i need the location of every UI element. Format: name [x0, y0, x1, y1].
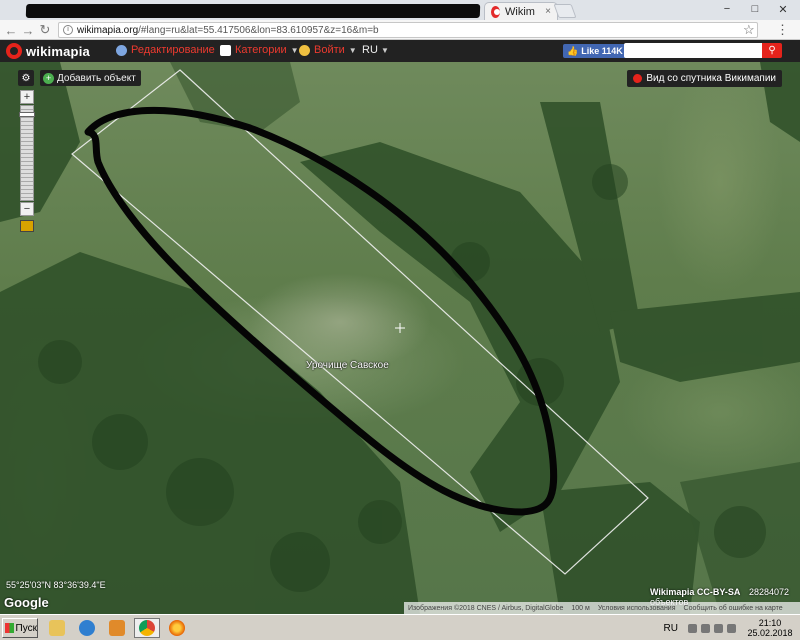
- file-manager-icon: [49, 620, 65, 636]
- start-button[interactable]: Пуск: [2, 618, 38, 638]
- satellite-view-label: Вид со спутника Викимапии: [646, 73, 776, 84]
- terms-link[interactable]: Условия использования: [598, 605, 676, 612]
- taskbar-media-player[interactable]: [104, 618, 130, 638]
- user-icon: [299, 44, 310, 56]
- google-logo: Google: [4, 595, 49, 610]
- browser-tab-wikimapia[interactable]: Wikimapia - Это карта мира... ×: [484, 2, 558, 20]
- zoom-slider-thumb[interactable]: [19, 112, 35, 117]
- tab-close-icon[interactable]: ×: [545, 6, 551, 17]
- forward-arrow-icon[interactable]: →: [19, 21, 37, 39]
- flag-tray-icon[interactable]: [727, 623, 736, 633]
- like-label: Like: [581, 46, 600, 56]
- internet-explorer-icon: [79, 620, 95, 636]
- tray-language[interactable]: RU: [664, 623, 678, 634]
- layers-icon[interactable]: [20, 220, 34, 232]
- browser-tabstrip: Wikimapia - Это карта мира... × − □ ✕: [0, 0, 800, 20]
- redaction-scribble: [25, 4, 481, 18]
- start-label: Пуск: [15, 622, 37, 634]
- map-overlay: [0, 62, 800, 614]
- new-tab-button[interactable]: [553, 4, 577, 18]
- maximize-button[interactable]: □: [742, 0, 768, 18]
- globe-icon: [116, 44, 127, 56]
- menu-categories-label: Категории: [235, 44, 287, 56]
- wikimapia-header: wikimapia Редактирование ▼ Категории ▼ В…: [0, 40, 800, 62]
- wikimapia-logo-mark-icon: [6, 43, 22, 59]
- taskbar-chrome[interactable]: [134, 618, 160, 638]
- zoom-out-button[interactable]: −: [20, 202, 34, 216]
- add-object-label: Добавить объект: [57, 72, 136, 84]
- browser-menu-icon[interactable]: ⋮: [776, 22, 789, 38]
- taskbar-firefox[interactable]: [164, 618, 190, 638]
- wikimapia-favicon: [491, 5, 501, 18]
- map-attribution: Изображения ©2018 CNES / Airbus, Digital…: [404, 602, 800, 614]
- menu-categories[interactable]: Категории ▼: [220, 44, 299, 56]
- wikimapia-logo-text: wikimapia: [26, 43, 90, 59]
- satellite-map[interactable]: ⚙ + Добавить объект Вид со спутника Вики…: [0, 62, 800, 614]
- flag-icon: [220, 44, 231, 56]
- taskbar: Пуск RU 21:10 25.02.2018: [0, 614, 800, 640]
- facebook-like-button[interactable]: 👍 Like 114K: [563, 44, 627, 58]
- taskbar-file-manager[interactable]: [44, 618, 70, 638]
- system-tray: RU 21:10 25.02.2018: [664, 618, 800, 638]
- url-input[interactable]: i wikimapia.org /#lang=ru&lat=55.417506&…: [58, 22, 758, 38]
- url-path: /#lang=ru&lat=55.417506&lon=83.610957&z=…: [138, 24, 379, 36]
- map-center-crosshair: [395, 323, 405, 333]
- forest-patches: [0, 62, 800, 614]
- language-label: RU: [362, 44, 378, 56]
- close-window-button[interactable]: ✕: [770, 0, 796, 18]
- clock[interactable]: 21:10 25.02.2018: [740, 618, 800, 638]
- bookmark-star-icon[interactable]: ☆: [743, 22, 755, 38]
- zoom-in-button[interactable]: +: [20, 90, 34, 104]
- like-count: 114K: [601, 46, 623, 56]
- clock-time: 21:10: [758, 618, 782, 628]
- tray-arrow-icon[interactable]: [688, 623, 697, 633]
- chevron-down-icon: ▼: [348, 45, 357, 55]
- back-arrow-icon[interactable]: ←: [2, 21, 20, 39]
- wikimapia-dot-icon: [633, 74, 643, 83]
- zoom-slider-track[interactable]: [19, 105, 35, 201]
- volume-icon[interactable]: [714, 623, 723, 633]
- imagery-credit: Изображения ©2018 CNES / Airbus, Digital…: [408, 604, 564, 612]
- media-player-icon: [109, 620, 125, 636]
- info-icon[interactable]: i: [63, 25, 73, 35]
- license-label[interactable]: Wikimapia CC-BY-SA: [650, 587, 740, 597]
- menu-edit-label: Редактирование: [131, 44, 215, 56]
- plus-icon: +: [43, 72, 54, 84]
- windows-logo-icon: [5, 623, 14, 633]
- menu-edit[interactable]: Редактирование ▼: [116, 44, 227, 56]
- network-icon[interactable]: [701, 623, 710, 633]
- clock-date: 25.02.2018: [747, 628, 793, 638]
- url-host: wikimapia.org: [77, 24, 139, 36]
- address-bar: ← → ↻ i wikimapia.org /#lang=ru&lat=55.4…: [0, 20, 800, 40]
- chrome-icon: [139, 620, 155, 636]
- satellite-view-button[interactable]: Вид со спутника Викимапии: [627, 70, 782, 87]
- place-label[interactable]: Урочище Савское: [306, 360, 389, 371]
- zoom-control: + −: [19, 90, 35, 216]
- search-input[interactable]: [624, 43, 764, 58]
- report-error-link[interactable]: Сообщить об ошибке на карте: [684, 605, 783, 612]
- minimize-button[interactable]: −: [714, 0, 740, 18]
- taskbar-internet-explorer[interactable]: [74, 618, 100, 638]
- tab-title: Wikimapia - Это карта мира...: [505, 5, 535, 18]
- chevron-down-icon: ▼: [290, 45, 299, 55]
- firefox-icon: [169, 620, 185, 636]
- scale-label: 100 м: [571, 604, 590, 612]
- reload-icon[interactable]: ↻: [36, 21, 54, 39]
- search-icon[interactable]: ⚲: [762, 43, 782, 58]
- wikimapia-logo[interactable]: wikimapia: [6, 43, 90, 59]
- settings-gear-icon[interactable]: ⚙: [18, 70, 34, 86]
- menu-login[interactable]: Войти ▼: [299, 44, 357, 56]
- add-object-button[interactable]: + Добавить объект: [40, 70, 141, 86]
- language-selector[interactable]: RU ▼: [362, 44, 389, 56]
- thumbs-up-icon: 👍: [567, 45, 579, 56]
- map-toolbar: ⚙ + Добавить объект: [18, 70, 141, 86]
- menu-login-label: Войти: [314, 44, 345, 56]
- cursor-coordinates: 55°25'03"N 83°36'39.4"E: [6, 580, 106, 590]
